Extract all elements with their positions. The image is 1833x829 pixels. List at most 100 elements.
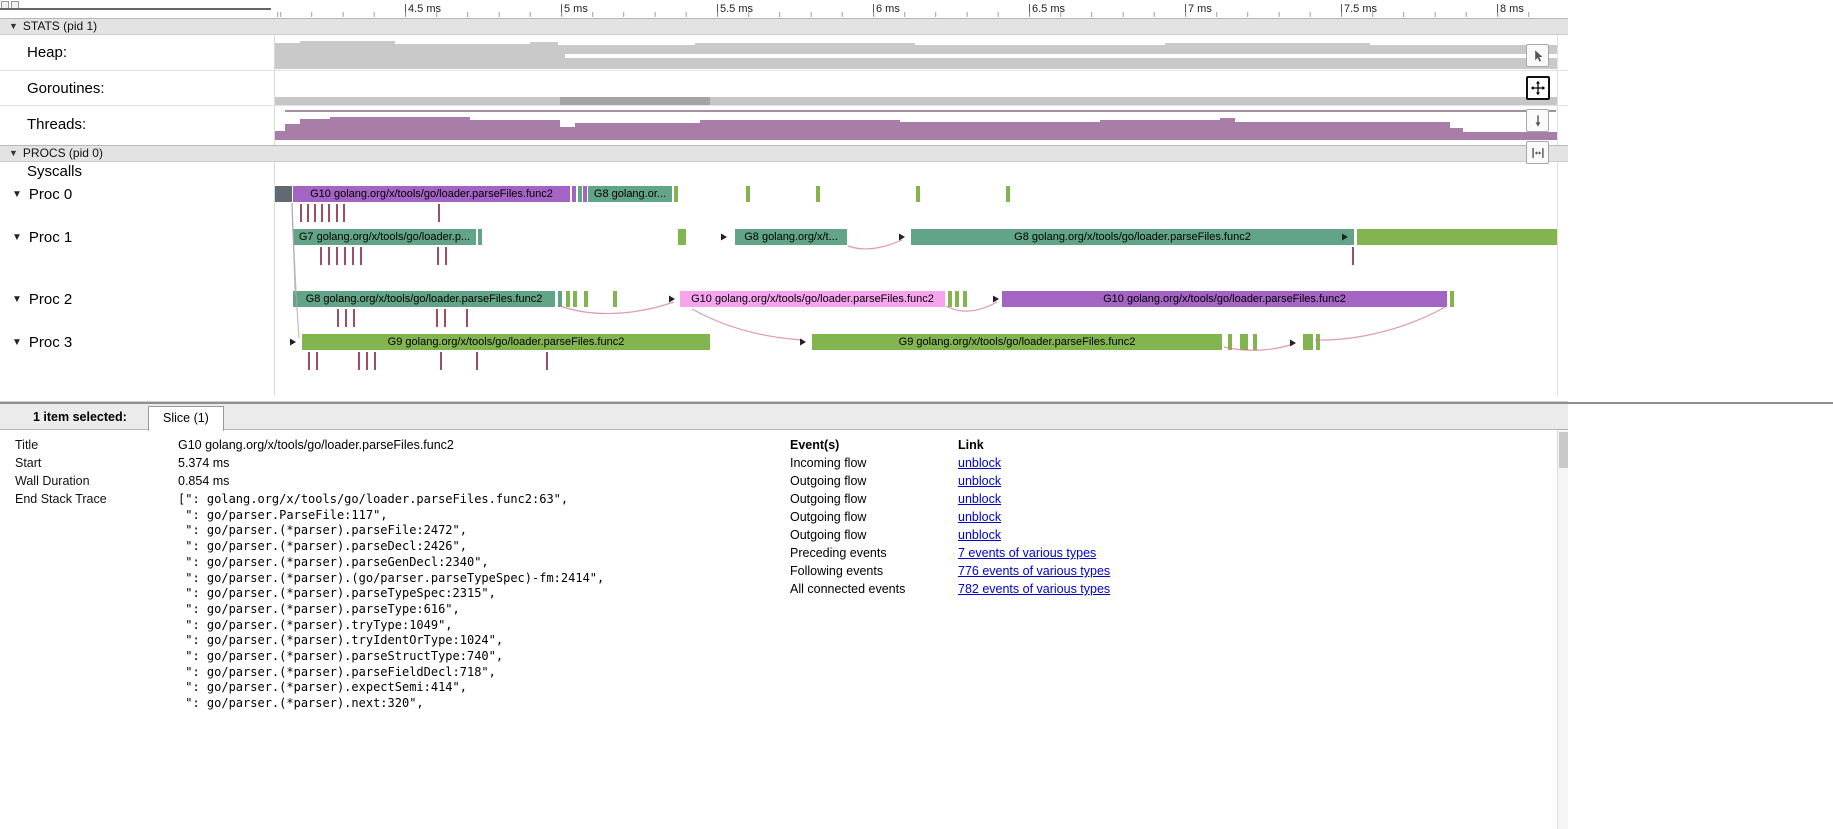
tab-slice[interactable]: Slice (1) xyxy=(148,406,224,431)
trace-slice[interactable] xyxy=(816,186,820,202)
instant-event-tick[interactable] xyxy=(466,309,468,327)
event-link[interactable]: unblock xyxy=(958,528,1001,542)
trace-slice[interactable] xyxy=(1006,186,1010,202)
pan-tool-button[interactable] xyxy=(1526,76,1550,100)
instant-event-tick[interactable] xyxy=(445,247,447,265)
proc-row-label[interactable]: ▼Proc 3 xyxy=(12,334,72,350)
trace-slice[interactable] xyxy=(1357,229,1557,245)
instant-event-tick[interactable] xyxy=(444,309,446,327)
trace-slice[interactable] xyxy=(1316,334,1320,350)
instant-event-tick[interactable] xyxy=(320,247,322,265)
instant-event-tick[interactable] xyxy=(345,309,347,327)
trace-slice[interactable] xyxy=(916,186,920,202)
stats-charts[interactable] xyxy=(0,0,1568,402)
trace-slice[interactable] xyxy=(746,186,750,202)
instant-event-tick[interactable] xyxy=(344,247,346,265)
instant-event-tick[interactable] xyxy=(546,352,548,370)
trace-slice[interactable]: G8 golang.or... xyxy=(588,186,672,202)
event-link[interactable]: 7 events of various types xyxy=(958,546,1096,560)
instant-event-tick[interactable] xyxy=(328,204,330,222)
section-header-procs[interactable]: ▼ PROCS (pid 0) xyxy=(0,145,1568,162)
instant-event-tick[interactable] xyxy=(337,309,339,327)
trace-slice[interactable] xyxy=(275,186,292,202)
trace-slice[interactable] xyxy=(578,186,582,202)
instant-event-tick[interactable] xyxy=(353,309,355,327)
event-link[interactable]: unblock xyxy=(958,510,1001,524)
trace-slice[interactable] xyxy=(1303,334,1313,350)
instant-event-tick[interactable] xyxy=(1352,247,1354,265)
trace-slice[interactable]: G7 golang.org/x/tools/go/loader.p... xyxy=(293,229,476,245)
timing-tool-button[interactable] xyxy=(1526,141,1549,164)
instant-event-tick[interactable] xyxy=(328,247,330,265)
proc-row-label[interactable]: ▼Proc 0 xyxy=(12,186,72,202)
trace-slice[interactable] xyxy=(613,291,617,307)
proc-row-label[interactable]: ▼Proc 1 xyxy=(12,229,72,245)
trace-slice[interactable] xyxy=(674,186,678,202)
trace-slice[interactable] xyxy=(948,291,952,307)
scrollbar-thumb[interactable] xyxy=(1559,432,1568,468)
trace-timeline-view[interactable]: 4.5 ms5 ms5.5 ms6 ms6.5 ms7 ms7.5 ms8 ms… xyxy=(0,0,1568,402)
event-link[interactable]: unblock xyxy=(958,492,1001,506)
instant-event-tick[interactable] xyxy=(436,309,438,327)
trace-slice[interactable]: G10 golang.org/x/tools/go/loader.parseFi… xyxy=(1002,291,1447,307)
event-row: Preceding events7 events of various type… xyxy=(790,544,1110,562)
trace-slice[interactable]: G10 golang.org/x/tools/go/loader.parseFi… xyxy=(293,186,570,202)
trace-slice[interactable] xyxy=(1240,334,1248,350)
trace-slice[interactable]: G9 golang.org/x/tools/go/loader.parseFil… xyxy=(302,334,710,350)
collapse-triangle-icon[interactable]: ▼ xyxy=(12,294,22,305)
instant-event-tick[interactable] xyxy=(321,204,323,222)
trace-slice[interactable] xyxy=(1253,334,1257,350)
trace-slice[interactable] xyxy=(558,291,562,307)
event-row: Outgoing flowunblock xyxy=(790,526,1110,544)
event-link[interactable]: 782 events of various types xyxy=(958,582,1110,596)
instant-event-tick[interactable] xyxy=(307,204,309,222)
trace-slice[interactable]: G8 golang.org/x/tools/go/loader.parseFil… xyxy=(911,229,1354,245)
trace-slice[interactable] xyxy=(1228,334,1232,350)
collapse-triangle-icon[interactable]: ▼ xyxy=(9,146,18,161)
instant-event-tick[interactable] xyxy=(336,247,338,265)
instant-event-tick[interactable] xyxy=(336,204,338,222)
instant-event-tick[interactable] xyxy=(300,204,302,222)
trace-slice[interactable]: G8 golang.org/x/t... xyxy=(735,229,847,245)
instant-event-tick[interactable] xyxy=(314,204,316,222)
trace-slice[interactable] xyxy=(584,291,588,307)
collapse-triangle-icon[interactable]: ▼ xyxy=(9,19,18,34)
instant-event-tick[interactable] xyxy=(343,204,345,222)
instant-event-tick[interactable] xyxy=(438,204,440,222)
event-link-cell: 776 events of various types xyxy=(958,562,1110,580)
trace-slice[interactable]: G8 golang.org/x/tools/go/loader.parseFil… xyxy=(293,291,555,307)
collapse-triangle-icon[interactable]: ▼ xyxy=(12,232,22,243)
trace-slice[interactable] xyxy=(682,229,686,245)
trace-slice[interactable] xyxy=(1450,291,1454,307)
trace-slice[interactable] xyxy=(572,186,576,202)
instant-event-tick[interactable] xyxy=(352,247,354,265)
trace-slice[interactable] xyxy=(963,291,967,307)
instant-event-tick[interactable] xyxy=(308,352,310,370)
zoom-tool-button[interactable] xyxy=(1526,109,1549,132)
collapse-triangle-icon[interactable]: ▼ xyxy=(12,189,22,200)
trace-slice[interactable] xyxy=(566,291,570,307)
trace-slice[interactable]: G9 golang.org/x/tools/go/loader.parseFil… xyxy=(812,334,1222,350)
selection-tool-button[interactable] xyxy=(1526,44,1549,67)
instant-event-tick[interactable] xyxy=(440,352,442,370)
stat-row-label: Heap: xyxy=(27,44,67,61)
trace-slice[interactable] xyxy=(955,291,959,307)
instant-event-tick[interactable] xyxy=(437,247,439,265)
proc-row-label[interactable]: ▼Proc 2 xyxy=(12,291,72,307)
instant-event-tick[interactable] xyxy=(358,352,360,370)
instant-event-tick[interactable] xyxy=(366,352,368,370)
instant-event-tick[interactable] xyxy=(316,352,318,370)
instant-event-tick[interactable] xyxy=(476,352,478,370)
section-header-stats[interactable]: ▼ STATS (pid 1) xyxy=(0,18,1568,35)
event-link[interactable]: unblock xyxy=(958,474,1001,488)
collapse-triangle-icon[interactable]: ▼ xyxy=(12,337,22,348)
event-link[interactable]: 776 events of various types xyxy=(958,564,1110,578)
trace-slice[interactable]: G10 golang.org/x/tools/go/loader.parseFi… xyxy=(680,291,945,307)
event-link[interactable]: unblock xyxy=(958,456,1001,470)
trace-slice[interactable] xyxy=(573,291,577,307)
instant-event-tick[interactable] xyxy=(374,352,376,370)
vertical-scrollbar[interactable] xyxy=(1557,430,1568,829)
trace-slice[interactable] xyxy=(478,229,482,245)
trace-slice[interactable] xyxy=(583,186,587,202)
instant-event-tick[interactable] xyxy=(360,247,362,265)
